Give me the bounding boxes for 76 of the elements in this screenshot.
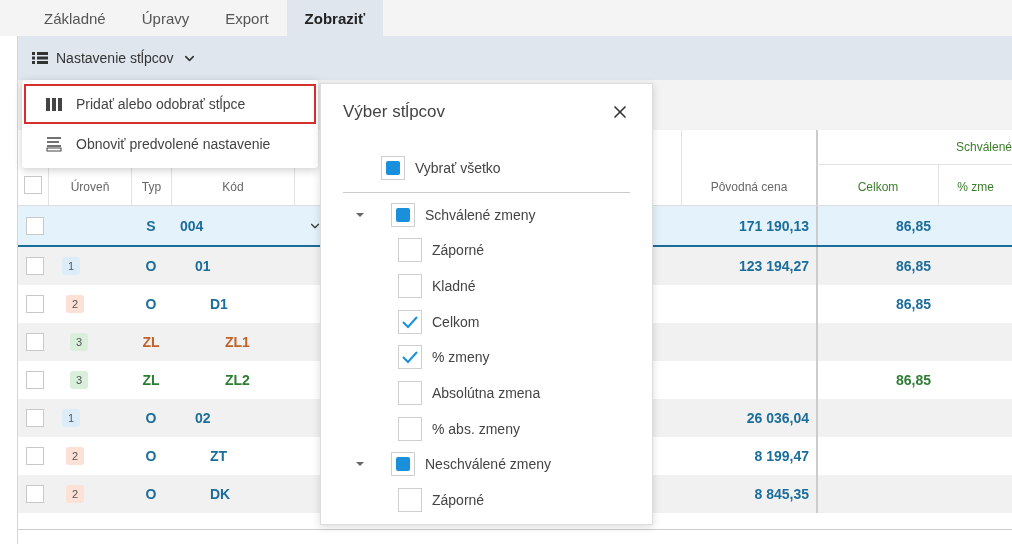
type-text: O [145, 410, 157, 426]
price-text: 8 199,47 [754, 448, 809, 464]
code-text: 004 [180, 217, 204, 234]
checkbox[interactable] [398, 309, 422, 334]
checkbox-label: % zmeny [432, 349, 490, 366]
column-header: % zme [938, 165, 1012, 205]
tab[interactable]: Základné [26, 0, 124, 36]
price-text: 26 036,04 [746, 410, 809, 426]
tab[interactable]: Export [207, 0, 287, 36]
columns-icon [46, 97, 62, 111]
checkbox[interactable] [26, 333, 44, 351]
checkbox-label: Kladné [432, 277, 476, 294]
code-text: ZL2 [225, 372, 250, 388]
checkbox[interactable] [398, 273, 422, 298]
checkbox[interactable] [26, 371, 44, 389]
code-text: D1 [210, 296, 228, 312]
checkbox-label: Neschválené zmeny [425, 456, 552, 473]
checkbox-label: % abs. zmeny [432, 420, 520, 437]
checkbox-label: Absolútna zmena [432, 384, 541, 401]
checkbox[interactable] [398, 380, 422, 405]
code-text: 01 [195, 258, 211, 274]
check-icon [401, 314, 419, 329]
type-text: O [145, 486, 157, 502]
total-text: 86,85 [895, 296, 931, 312]
checkbox[interactable] [26, 409, 44, 427]
price-text: 8 845,35 [754, 486, 809, 502]
total-text: 86,85 [895, 217, 931, 234]
level-badge: 1 [62, 409, 81, 427]
checkbox-label: Vybrať všetko [415, 159, 501, 176]
type-text: O [145, 258, 157, 274]
code-text: ZT [210, 448, 228, 464]
reset-icon [46, 136, 62, 152]
checkbox[interactable] [391, 202, 415, 227]
type-text: ZL [142, 334, 160, 350]
code-text: DK [210, 486, 231, 502]
code-text: ZL1 [225, 334, 250, 350]
checkbox[interactable] [26, 295, 44, 313]
checkbox[interactable] [381, 155, 405, 180]
column-header: Pôvodná cena [681, 130, 816, 205]
checkbox-label: Celkom [432, 313, 480, 330]
checkbox-label: Schválené zmeny [425, 206, 536, 223]
price-text: 171 190,13 [738, 217, 809, 234]
total-text: 86,85 [895, 258, 931, 274]
level-badge: 1 [62, 257, 81, 275]
checkbox-label: Záporné [432, 242, 485, 259]
checkbox[interactable] [26, 216, 44, 235]
checkbox[interactable] [24, 176, 42, 194]
type-text: O [145, 296, 157, 312]
menu-item[interactable]: Pridať alebo odobrať stĺpce [24, 84, 316, 124]
checkbox[interactable] [398, 416, 422, 441]
group-header: Schválené [816, 130, 1012, 165]
total-text: 86,85 [895, 372, 931, 388]
type-text: O [145, 448, 157, 464]
checkbox[interactable] [26, 447, 44, 465]
price-text: 123 194,27 [738, 258, 809, 274]
tab[interactable]: Úpravy [123, 0, 208, 36]
tab[interactable]: Zobraziť [286, 0, 384, 36]
level-badge: 3 [70, 333, 89, 351]
type-text: ZL [142, 372, 160, 388]
checkbox[interactable] [398, 238, 422, 263]
panel-title: Výber stĺpcov [343, 102, 446, 122]
checkbox[interactable] [26, 257, 44, 275]
level-badge: 3 [70, 371, 89, 389]
list-icon [32, 51, 48, 65]
level-badge: 2 [66, 485, 85, 503]
checkbox[interactable] [398, 345, 422, 370]
level-badge: 2 [66, 295, 85, 313]
type-text: S [146, 217, 156, 234]
checkbox[interactable] [26, 485, 44, 503]
code-text: 02 [195, 410, 211, 426]
checkbox[interactable] [398, 488, 422, 513]
column-settings-button[interactable]: Nastavenie stĺpcov [32, 50, 197, 66]
check-icon [401, 350, 419, 365]
level-badge: 2 [66, 447, 85, 465]
checkbox-label: Záporné [432, 492, 485, 509]
checkbox[interactable] [391, 452, 415, 477]
